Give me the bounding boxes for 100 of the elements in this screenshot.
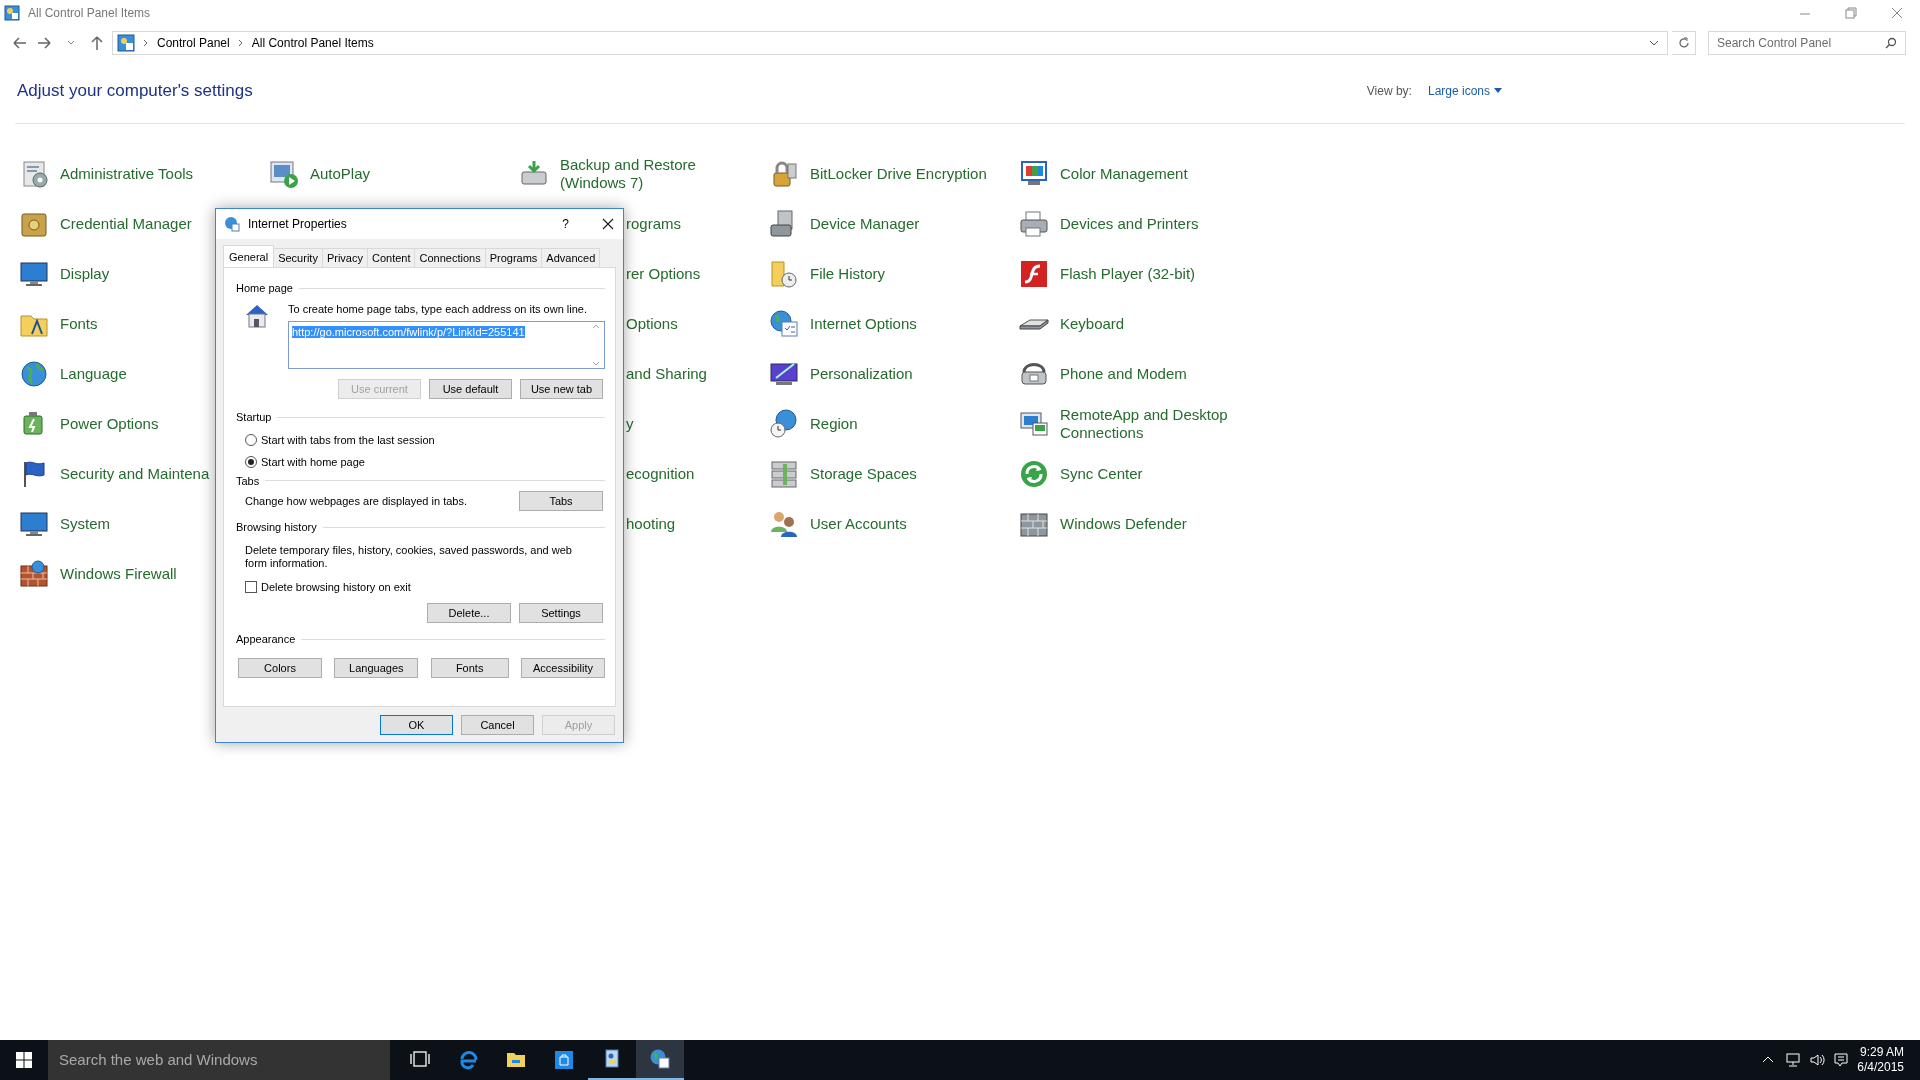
chevron-right-icon	[237, 39, 244, 47]
globe-icon[interactable]	[768, 407, 800, 440]
settings-item-link[interactable]: ecognition	[626, 464, 695, 483]
settings-item-link[interactable]: Devices and Printers	[1060, 214, 1199, 233]
settings-item-link[interactable]: Windows Firewall	[60, 564, 177, 583]
dialog-button[interactable]: Use default	[429, 379, 512, 399]
dialog-button[interactable]: Tabs	[519, 491, 603, 511]
dialog-button[interactable]: Delete...	[427, 603, 511, 623]
notification-icon[interactable]	[1833, 1052, 1850, 1068]
dropdown-caret-icon[interactable]	[1649, 39, 1659, 47]
settings-item-link[interactable]: Keyboard	[1060, 314, 1125, 333]
address-bar[interactable]: Control Panel All Control Panel Items	[112, 31, 1668, 55]
windows-logo-icon	[16, 1052, 32, 1068]
settings-item-link[interactable]: Windows Defender	[1060, 514, 1187, 533]
page-heading: Adjust your computer's settings	[17, 80, 253, 102]
settings-item-link[interactable]: hooting	[626, 514, 676, 533]
back-arrow-icon[interactable]	[10, 35, 28, 51]
globe-icon	[649, 1048, 671, 1070]
group-heading: Appearance	[236, 632, 296, 647]
settings-item-link[interactable]: BitLocker Drive Encryption	[810, 164, 987, 183]
settings-item-link[interactable]: rer Options	[626, 264, 701, 283]
dialog-button[interactable]: Fonts	[430, 657, 509, 678]
dialog-button[interactable]: OK	[380, 715, 453, 735]
dialog-title: Internet Properties	[248, 216, 348, 233]
radio-label[interactable]: Start with home page	[261, 454, 365, 471]
chevron-right-icon	[143, 39, 149, 47]
search-icon	[1885, 37, 1897, 49]
group-heading: Startup	[236, 410, 272, 425]
control-panel-icon	[4, 5, 20, 21]
settings-item-link[interactable]: Storage Spaces	[810, 464, 917, 483]
group-heading: Tabs	[236, 473, 260, 489]
dialog-button[interactable]: Languages	[334, 657, 419, 678]
help-button[interactable]: ?	[562, 215, 569, 233]
caret-down-icon	[1494, 87, 1502, 94]
refresh-icon	[1677, 37, 1690, 49]
network-monitor-icon[interactable]	[1785, 1052, 1802, 1068]
settings-item-link[interactable]: Language	[60, 364, 127, 383]
globe-icon	[224, 216, 240, 232]
view-by-dropdown[interactable]: Large icons	[1427, 81, 1502, 100]
view-by-label: View by:	[1366, 82, 1412, 100]
settings-item-link[interactable]: Phone and Modem	[1060, 364, 1187, 383]
settings-item-link[interactable]: Fonts	[60, 314, 98, 333]
settings-item-link[interactable]: Device Manager	[810, 214, 920, 233]
brick-wall-icon[interactable]	[18, 557, 50, 590]
dialog-button[interactable]: Use new tab	[520, 379, 603, 399]
breadcrumb-link[interactable]: All Control Panel Items	[251, 34, 374, 52]
settings-item-link[interactable]: Sync Center	[1060, 464, 1143, 483]
settings-item-link[interactable]: Power Options	[60, 414, 159, 433]
taskbar-search-field[interactable]: Search the web and Windows	[48, 1040, 390, 1080]
tab[interactable]: General	[223, 245, 275, 267]
dialog-button[interactable]: Cancel	[461, 715, 534, 735]
settings-item-link[interactable]: Options	[626, 314, 678, 333]
settings-item-link[interactable]: and Sharing	[626, 364, 707, 383]
up-caret-icon	[592, 323, 600, 329]
tab[interactable]: Programs	[484, 248, 543, 267]
tab[interactable]: Advanced	[541, 248, 601, 267]
settings-item-link[interactable]: System	[60, 514, 110, 533]
settings-item-link[interactable]: File History	[810, 264, 885, 283]
taskbar-button[interactable]	[636, 1040, 684, 1080]
clock[interactable]: 9:29 AM 6/4/2015	[1857, 1045, 1904, 1075]
control-panel-icon	[117, 34, 135, 52]
tab[interactable]: Privacy	[321, 248, 368, 267]
dialog-button[interactable]: Colors	[238, 657, 322, 678]
settings-item-link[interactable]: Personalization	[810, 364, 913, 383]
dialog-button[interactable]: Accessibility	[521, 657, 605, 678]
search-field[interactable]: Search Control Panel	[1708, 31, 1906, 55]
checkbox-label[interactable]: Delete browsing history on exit	[261, 578, 411, 595]
globe-icon[interactable]	[768, 307, 800, 340]
radio-button[interactable]	[245, 456, 257, 469]
settings-item-link[interactable]: RemoteApp and Desktop Connections	[1060, 406, 1230, 441]
settings-item-link[interactable]: Color Management	[1060, 164, 1188, 183]
settings-item-link[interactable]: rograms	[626, 214, 681, 233]
instruction-text: To create home page tabs, type each address on its own line.	[288, 301, 588, 317]
clock-time: 9:29 AM	[1858, 1045, 1904, 1060]
tab[interactable]: Security	[273, 248, 323, 267]
shopping-bag-icon	[553, 1049, 575, 1071]
refresh-button[interactable]	[1672, 31, 1696, 55]
settings-item-link[interactable]: User Accounts	[810, 514, 907, 533]
up-arrow-icon[interactable]	[89, 35, 105, 51]
settings-item-link[interactable]: Region	[810, 414, 858, 433]
settings-item-link[interactable]: Backup and Restore (Windows 7)	[560, 156, 730, 191]
close-icon[interactable]	[601, 217, 615, 231]
group-heading: Browsing history	[236, 520, 317, 535]
settings-item-link[interactable]: Security and Maintena	[60, 464, 210, 483]
group-heading: Home page	[236, 281, 293, 296]
radio-button[interactable]	[245, 433, 257, 446]
speaker-icon[interactable]	[1809, 1052, 1826, 1068]
dialog-button[interactable]: Settings	[519, 603, 603, 623]
breadcrumb-link[interactable]: Control Panel	[157, 34, 230, 52]
settings-item-link[interactable]: Display	[60, 264, 110, 283]
settings-item-link[interactable]: Flash Player (32-bit)	[1060, 264, 1196, 283]
settings-item-link[interactable]: Internet Options	[810, 314, 917, 333]
settings-item-link[interactable]: Administrative Tools	[60, 164, 194, 183]
down-caret-icon	[592, 361, 600, 367]
settings-item-link[interactable]: Credential Manager	[60, 214, 192, 233]
radio-label[interactable]: Start with tabs from the last session	[261, 431, 435, 448]
checkbox[interactable]	[245, 580, 257, 593]
settings-item-link[interactable]: AutoPlay	[310, 164, 371, 183]
forward-arrow-icon[interactable]	[36, 35, 54, 51]
settings-item-link[interactable]: y	[626, 414, 634, 433]
